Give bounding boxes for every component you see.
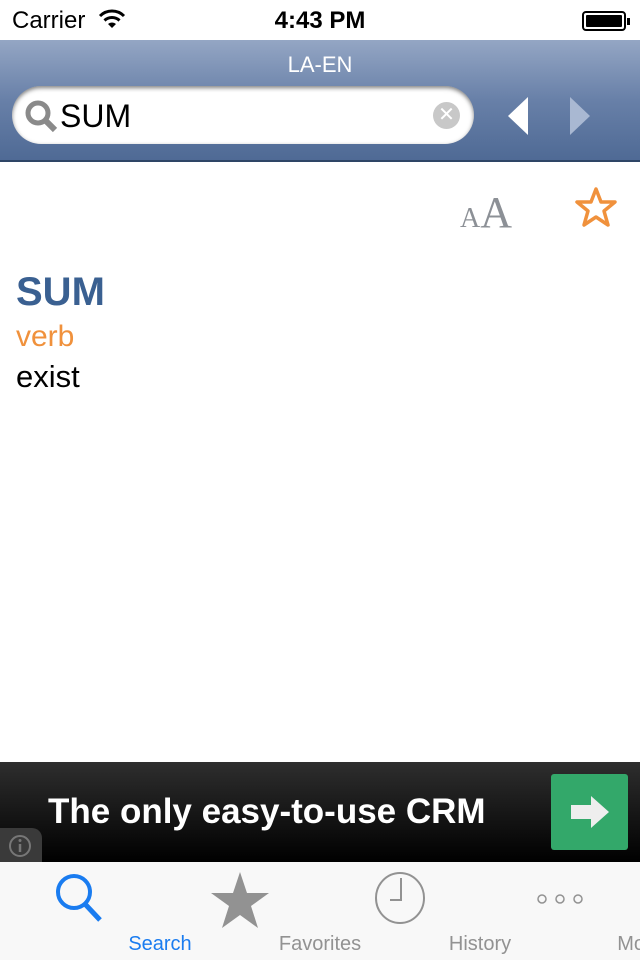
battery-icon — [582, 11, 630, 31]
clear-icon[interactable]: ✕ — [433, 102, 460, 129]
ad-go-button[interactable] — [551, 774, 628, 850]
clock-icon — [375, 872, 425, 924]
tab-more[interactable]: More — [480, 862, 640, 960]
tab-favorites[interactable]: Favorites — [160, 862, 361, 960]
dictionary-title: LA-EN — [287, 52, 353, 77]
font-size-button[interactable]: AA — [460, 187, 512, 238]
ad-banner[interactable]: The only easy-to-use CRM — [0, 762, 640, 862]
search-icon — [56, 874, 102, 922]
forward-arrow-icon[interactable] — [566, 95, 592, 137]
ad-info-icon[interactable] — [0, 828, 42, 862]
tab-bar: Search Favorites History More — [0, 862, 640, 960]
clock: 4:43 PM — [274, 7, 366, 34]
search-input[interactable]: SUM ✕ — [12, 86, 474, 144]
search-value: SUM — [60, 98, 132, 134]
arrow-right-icon — [571, 796, 609, 828]
status-bar: Carrier 4:43 PM — [0, 0, 640, 40]
nav-bar: LA-EN SUM ✕ — [0, 40, 640, 162]
more-icon — [537, 894, 583, 904]
definition: exist — [16, 359, 80, 394]
ad-text: The only easy-to-use CRM — [48, 792, 486, 831]
search-icon — [25, 100, 58, 133]
entry-word: SUM — [16, 270, 105, 314]
favorite-star-icon[interactable] — [574, 186, 618, 228]
back-arrow-icon[interactable] — [506, 95, 532, 137]
star-icon — [211, 872, 269, 928]
tab-history[interactable]: History — [320, 862, 511, 960]
tab-search[interactable]: Search — [0, 862, 192, 960]
entry-view: AA SUM verb exist — [0, 162, 640, 762]
part-of-speech: verb — [16, 320, 75, 353]
